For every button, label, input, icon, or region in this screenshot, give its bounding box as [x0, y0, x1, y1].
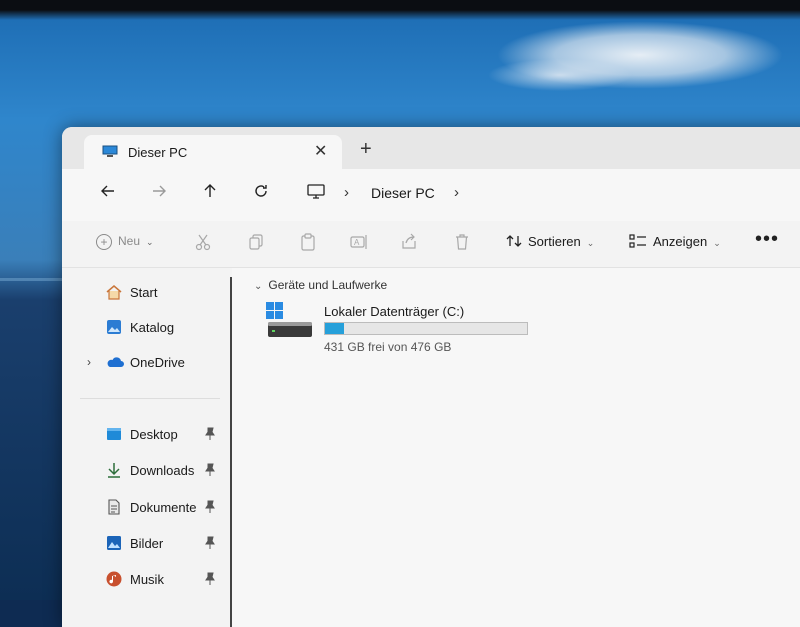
plus-icon: + — [96, 234, 112, 250]
tab-strip: Dieser PC ✕ + — [62, 127, 800, 169]
copy-icon[interactable] — [247, 233, 265, 251]
refresh-button[interactable] — [253, 183, 269, 203]
arrow-right-icon — [153, 185, 166, 197]
sidebar-item-label: OneDrive — [130, 355, 185, 370]
new-button-label: Neu — [118, 234, 141, 249]
pin-icon[interactable] — [204, 463, 216, 477]
new-button[interactable]: + Neu ⌄ — [96, 234, 154, 250]
arrow-up-icon — [204, 184, 216, 197]
sidebar-item-start[interactable]: Start — [62, 280, 230, 306]
sidebar-item-desktop[interactable]: Desktop — [62, 422, 230, 448]
pin-icon[interactable] — [204, 427, 216, 441]
computer-icon — [102, 145, 118, 157]
tab-dieser-pc[interactable]: Dieser PC ✕ — [84, 135, 342, 169]
cloud-icon — [107, 357, 124, 367]
delete-icon[interactable] — [453, 233, 471, 251]
sidebar-item-label: Desktop — [130, 427, 178, 442]
up-button[interactable] — [202, 183, 218, 203]
breadcrumb-chevron-icon[interactable]: › — [454, 184, 459, 201]
drive-free-space: 431 GB frei von 476 GB — [324, 340, 452, 354]
forward-button[interactable] — [151, 183, 167, 203]
command-toolbar: + Neu ⌄ A Sortieren ⌄ Anzeigen ⌄ ••• — [62, 221, 800, 268]
cut-icon[interactable] — [194, 233, 212, 251]
computer-icon — [307, 184, 325, 199]
close-tab-icon[interactable]: ✕ — [314, 141, 327, 161]
file-explorer-window: Dieser PC ✕ + › Dieser PC › + Neu ⌄ A So… — [62, 127, 800, 627]
view-label: Anzeigen — [653, 234, 708, 249]
navigation-pane: Start Katalog › OneDrive Desktop Downloa… — [62, 268, 230, 627]
home-icon — [106, 285, 122, 300]
back-button[interactable] — [100, 183, 116, 203]
new-tab-button[interactable]: + — [360, 139, 372, 159]
sidebar-item-label: Dokumente — [130, 500, 197, 515]
sidebar-item-musik[interactable]: Musik — [62, 567, 230, 593]
sidebar-item-downloads[interactable]: Downloads — [62, 458, 230, 484]
system-drive-icon — [266, 302, 312, 337]
document-icon — [108, 499, 120, 515]
music-icon — [106, 571, 122, 587]
pictures-icon — [107, 536, 121, 550]
rename-icon[interactable]: A — [350, 233, 368, 251]
sidebar-item-label: Musik — [130, 572, 164, 587]
sort-icon — [506, 235, 522, 247]
sidebar-item-onedrive[interactable]: › OneDrive — [62, 350, 230, 376]
view-list-icon — [629, 234, 646, 248]
sidebar-item-label: Katalog — [130, 320, 175, 335]
breadcrumb-chevron-icon[interactable]: › — [344, 184, 349, 201]
chevron-down-icon: ⌄ — [586, 238, 595, 248]
view-button[interactable]: Anzeigen ⌄ — [629, 234, 721, 249]
gallery-icon — [107, 320, 121, 334]
desktop-icon — [107, 428, 121, 440]
sidebar-item-label: Bilder — [130, 536, 164, 551]
arrow-left-icon — [101, 185, 114, 197]
chevron-down-icon: ⌄ — [146, 237, 154, 248]
paste-icon[interactable] — [299, 233, 317, 251]
sort-label: Sortieren — [528, 234, 581, 249]
breadcrumb-location[interactable]: Dieser PC — [371, 185, 435, 201]
svg-text:A: A — [354, 238, 360, 247]
refresh-icon — [255, 185, 267, 197]
navigation-bar: › Dieser PC › — [62, 169, 800, 221]
sidebar-item-katalog[interactable]: Katalog — [62, 315, 230, 341]
group-title: Geräte und Laufwerke — [268, 278, 388, 292]
sidebar-item-dokumente[interactable]: Dokumente — [62, 495, 230, 521]
sidebar-item-label: Downloads — [130, 463, 195, 478]
group-header[interactable]: ⌄ Geräte und Laufwerke — [254, 278, 387, 292]
chevron-down-icon: ⌄ — [713, 238, 721, 248]
drive-usage-bar — [324, 322, 528, 335]
drive-tile-c[interactable]: Lokaler Datenträger (C:) 431 GB frei von… — [266, 302, 546, 362]
pin-icon[interactable] — [204, 536, 216, 550]
pin-icon[interactable] — [204, 500, 216, 514]
download-icon — [108, 463, 120, 478]
sort-button[interactable]: Sortieren ⌄ — [506, 234, 594, 249]
main-content: ⌄ Geräte und Laufwerke Lokaler Datenträge… — [232, 268, 800, 627]
sidebar-divider — [80, 398, 220, 399]
tab-title: Dieser PC — [128, 145, 188, 160]
share-icon[interactable] — [400, 233, 418, 251]
drive-name: Lokaler Datenträger (C:) — [324, 304, 465, 319]
chevron-right-icon[interactable]: › — [87, 355, 91, 369]
sidebar-item-bilder[interactable]: Bilder — [62, 531, 230, 557]
drive-usage-fill — [325, 323, 345, 334]
sidebar-item-label: Start — [130, 285, 158, 300]
chevron-down-icon: ⌄ — [254, 281, 263, 292]
more-options-button[interactable]: ••• — [755, 228, 779, 251]
pin-icon[interactable] — [204, 572, 216, 586]
